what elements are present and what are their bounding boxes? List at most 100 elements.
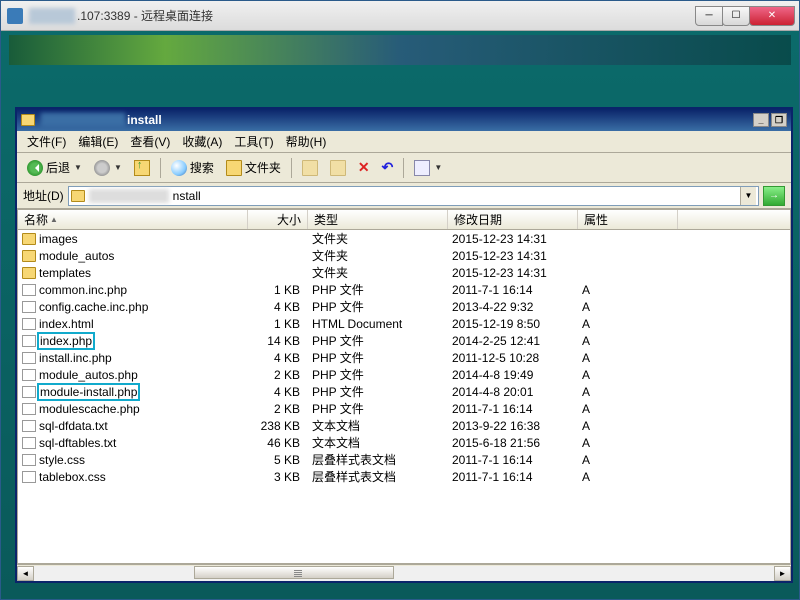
sort-indicator-icon: ▲: [50, 215, 58, 224]
maximize-button[interactable]: ☐: [722, 6, 750, 26]
up-button[interactable]: [130, 158, 154, 178]
file-list-body[interactable]: images文件夹2015-12-23 14:31 module_autos 文件夹…: [18, 230, 790, 563]
column-attributes[interactable]: 属性: [578, 210, 678, 229]
scroll-left-button[interactable]: ◄: [17, 566, 34, 581]
file-size: 5 KB: [248, 453, 308, 467]
go-button[interactable]: →: [763, 186, 785, 206]
folder-icon: [22, 233, 36, 245]
file-row[interactable]: tablebox.css3 KB层叠样式表文档2011-7-1 16:14A: [18, 468, 790, 485]
file-row[interactable]: templates文件夹2015-12-23 14:31: [18, 264, 790, 281]
file-row[interactable]: sql-dftables.txt46 KB文本文档2015-6-18 21:56…: [18, 434, 790, 451]
address-path-suffix: nstall: [173, 189, 201, 203]
file-attr: A: [578, 351, 678, 365]
file-size: 4 KB: [248, 300, 308, 314]
file-attr: A: [578, 419, 678, 433]
file-date: 2014-2-25 12:41: [448, 334, 578, 348]
column-size[interactable]: 大小: [248, 210, 308, 229]
file-name: index.php: [37, 332, 95, 350]
copy-to-button[interactable]: [326, 158, 350, 178]
forward-icon: [94, 160, 110, 176]
explorer-restore-button[interactable]: ❐: [771, 113, 787, 127]
menu-help[interactable]: 帮助(H): [280, 131, 333, 152]
file-row[interactable]: install.inc.php4 KBPHP 文件2011-12-5 10:28…: [18, 349, 790, 366]
chevron-down-icon: ▼: [74, 163, 82, 172]
file-date: 2011-7-1 16:14: [448, 453, 578, 467]
rdp-titlebar[interactable]: .107:3389 - 远程桌面连接 ─ ☐ ✕: [1, 1, 799, 31]
undo-button[interactable]: ↶: [378, 157, 398, 178]
menu-tools[interactable]: 工具(T): [228, 131, 279, 152]
file-attr: A: [578, 368, 678, 382]
column-type[interactable]: 类型: [308, 210, 448, 229]
scroll-track[interactable]: [34, 566, 774, 581]
address-input[interactable]: nstall ▼: [68, 186, 759, 206]
file-type: PHP 文件: [308, 366, 448, 383]
php-icon: [22, 284, 36, 296]
file-type: 文件夹: [308, 264, 448, 281]
column-name[interactable]: 名称▲: [18, 210, 248, 229]
copy-icon: [330, 160, 346, 176]
file-name: module_autos: [39, 249, 114, 263]
file-row[interactable]: style.css5 KB层叠样式表文档2011-7-1 16:14A: [18, 451, 790, 468]
file-size: 4 KB: [248, 351, 308, 365]
column-modified[interactable]: 修改日期: [448, 210, 578, 229]
file-attr: A: [578, 334, 678, 348]
file-row[interactable]: images文件夹2015-12-23 14:31: [18, 230, 790, 247]
remote-desktop-viewport: install _ ❐ 文件(F) 编辑(E) 查看(V) 收藏(A) 工具(T…: [1, 31, 799, 599]
toolbar: 后退▼ ▼ 搜索 文件夹 ✕ ↶ ▼: [17, 153, 791, 183]
folder-icon: [226, 160, 242, 176]
menubar: 文件(F) 编辑(E) 查看(V) 收藏(A) 工具(T) 帮助(H): [17, 131, 791, 153]
file-name: tablebox.css: [39, 470, 106, 484]
file-size: 2 KB: [248, 402, 308, 416]
explorer-titlebar[interactable]: install _ ❐: [17, 109, 791, 131]
column-headers: 名称▲ 大小 类型 修改日期 属性: [18, 210, 790, 230]
close-button[interactable]: ✕: [749, 6, 795, 26]
file-row[interactable]: common.inc.php1 KBPHP 文件2011-7-1 16:14A: [18, 281, 790, 298]
file-name: modulescache.php: [39, 402, 140, 416]
file-date: 2015-12-23 14:31: [448, 249, 578, 263]
minimize-button[interactable]: ─: [695, 6, 723, 26]
file-date: 2013-9-22 16:38: [448, 419, 578, 433]
file-name: sql-dfdata.txt: [39, 419, 108, 433]
file-attr: A: [578, 402, 678, 416]
scroll-thumb[interactable]: [194, 566, 394, 579]
file-name: style.css: [39, 453, 85, 467]
file-type: PHP 文件: [308, 349, 448, 366]
file-row[interactable]: index.html1 KBHTML Document2015-12-19 8:…: [18, 315, 790, 332]
file-size: 238 KB: [248, 419, 308, 433]
views-button[interactable]: ▼: [410, 158, 446, 178]
explorer-minimize-button[interactable]: _: [753, 113, 769, 127]
move-to-button[interactable]: [298, 158, 322, 178]
file-type: PHP 文件: [308, 332, 448, 349]
file-row[interactable]: modulescache.php2 KBPHP 文件2011-7-1 16:14…: [18, 400, 790, 417]
delete-button[interactable]: ✕: [354, 157, 374, 178]
menu-view[interactable]: 查看(V): [124, 131, 176, 152]
file-row[interactable]: config.cache.inc.php4 KBPHP 文件2013-4-22 …: [18, 298, 790, 315]
folders-button[interactable]: 文件夹: [222, 157, 285, 178]
address-bar: 地址(D) nstall ▼ → 转: [17, 183, 791, 209]
file-type: 文件夹: [308, 247, 448, 264]
menu-edit[interactable]: 编辑(E): [72, 131, 124, 152]
back-button[interactable]: 后退▼: [23, 157, 86, 178]
file-row[interactable]: module_autos.php2 KBPHP 文件2014-4-8 19:49…: [18, 366, 790, 383]
file-type: HTML Document: [308, 317, 448, 331]
forward-button[interactable]: ▼: [90, 158, 126, 178]
php-icon: [22, 403, 36, 415]
menu-favorites[interactable]: 收藏(A): [176, 131, 228, 152]
file-date: 2014-4-8 20:01: [448, 385, 578, 399]
file-name: config.cache.inc.php: [39, 300, 148, 314]
chevron-down-icon: ▼: [114, 163, 122, 172]
back-icon: [27, 160, 43, 176]
file-row[interactable]: index.php14 KBPHP 文件2014-2-25 12:41A: [18, 332, 790, 349]
views-icon: [414, 160, 430, 176]
file-row[interactable]: sql-dfdata.txt238 KB文本文档2013-9-22 16:38A: [18, 417, 790, 434]
file-row[interactable]: module-install.php4 KBPHP 文件2014-4-8 20:…: [18, 383, 790, 400]
file-type: 文本文档: [308, 434, 448, 451]
menu-file[interactable]: 文件(F): [21, 131, 72, 152]
file-date: 2011-7-1 16:14: [448, 470, 578, 484]
search-button[interactable]: 搜索: [167, 157, 218, 178]
address-dropdown[interactable]: ▼: [740, 187, 756, 205]
file-type: PHP 文件: [308, 400, 448, 417]
scroll-right-button[interactable]: ►: [774, 566, 791, 581]
file-row[interactable]: module_autos 文件夹2015-12-23 14:31: [18, 247, 790, 264]
html-icon: [22, 318, 36, 330]
